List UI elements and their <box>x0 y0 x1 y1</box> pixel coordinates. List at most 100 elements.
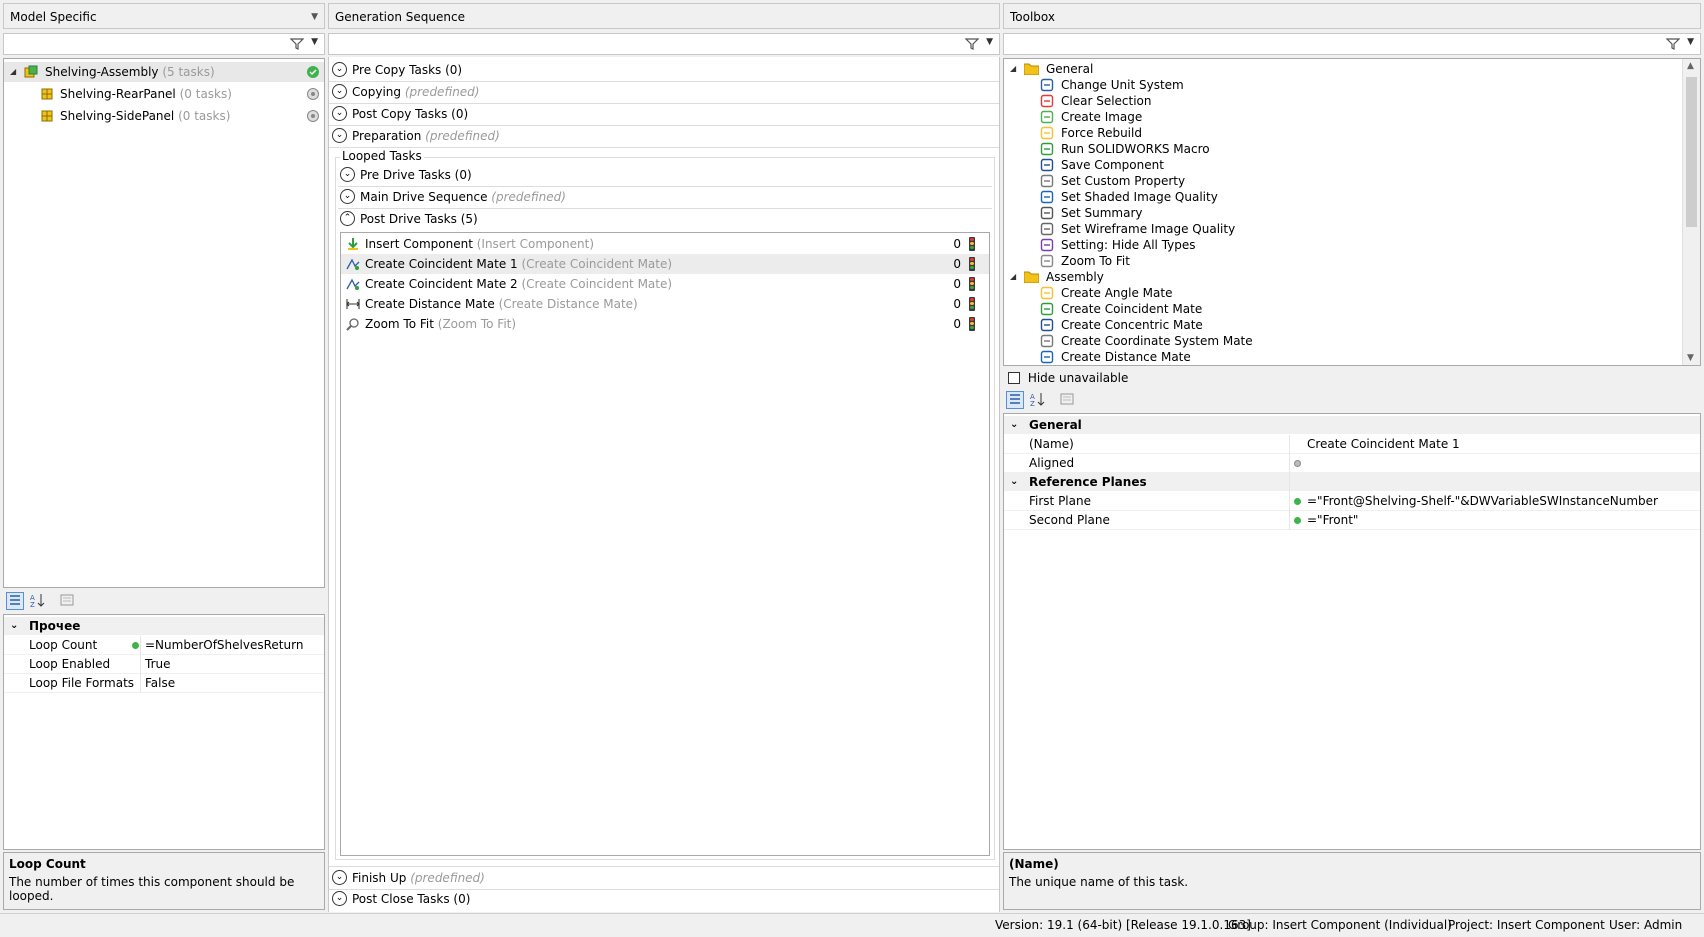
categorized-view-button[interactable] <box>1006 391 1024 409</box>
prop-row-loop-file-formats[interactable]: Loop File Formats False <box>4 674 324 693</box>
prop-row-loop-count[interactable]: Loop Count =NumberOfShelvesReturn <box>4 636 324 655</box>
section-label: Preparation <box>352 129 422 143</box>
left-filter-bar[interactable]: ▼ <box>3 33 325 55</box>
filter-icon[interactable] <box>290 37 304 51</box>
section-main-drive[interactable]: ⌄ Main Drive Sequence (predefined) <box>338 186 992 209</box>
filter-icon[interactable] <box>1666 37 1680 51</box>
prop-value[interactable]: False <box>145 674 175 692</box>
filter-dropdown-icon[interactable]: ▼ <box>1687 37 1694 47</box>
collapse-arrow-icon[interactable]: ◢ <box>1010 61 1016 77</box>
scrollbar-thumb[interactable] <box>1686 77 1697 227</box>
tree-item-rearpanel[interactable]: Shelving-RearPanel (0 tasks) <box>4 84 324 104</box>
toolbox-item[interactable]: Set Shaded Image Quality <box>1004 189 1682 205</box>
collapse-circle-icon[interactable]: ⌃ <box>340 211 355 226</box>
toolbox-item[interactable]: Change Unit System <box>1004 77 1682 93</box>
section-post-copy[interactable]: ⌄ Post Copy Tasks (0) <box>329 103 999 126</box>
expand-circle-icon[interactable]: ⌄ <box>340 167 355 182</box>
expand-circle-icon[interactable]: ⌄ <box>332 106 347 121</box>
task-icon <box>1040 286 1054 300</box>
toolbox-group[interactable]: ◢ Assembly <box>1004 269 1682 285</box>
mid-filter-bar[interactable]: ▼ <box>328 33 1000 55</box>
toolbox-item[interactable]: Create Coincident Mate <box>1004 301 1682 317</box>
prop-row-second-plane[interactable]: Second Plane ="Front" <box>1004 511 1700 530</box>
filter-dropdown-icon[interactable]: ▼ <box>986 37 993 47</box>
toolbox-item[interactable]: Set Summary <box>1004 205 1682 221</box>
scrollbar[interactable]: ▲ ▼ <box>1682 59 1700 365</box>
task-count: 0 <box>953 317 961 331</box>
prop-row-loop-enabled[interactable]: Loop Enabled True <box>4 655 324 674</box>
right-filter-bar[interactable]: ▼ <box>1003 33 1701 55</box>
toolbox-item[interactable]: Run SOLIDWORKS Macro <box>1004 141 1682 157</box>
model-specific-dropdown[interactable]: Model Specific ▼ <box>3 3 325 29</box>
section-pre-copy[interactable]: ⌄ Pre Copy Tasks (0) <box>329 59 999 82</box>
toolbox-item-label: Create Concentric Mate <box>1061 318 1203 332</box>
section-finish-up[interactable]: ⌄ Finish Up (predefined) <box>329 866 999 890</box>
section-label: Copying <box>352 85 401 99</box>
checkbox[interactable] <box>1008 371 1020 384</box>
toolbox-item[interactable]: Set Custom Property <box>1004 173 1682 189</box>
toolbox-item[interactable]: Create Image <box>1004 109 1682 125</box>
task-row-selected[interactable]: Create Coincident Mate 1 (Create Coincid… <box>341 254 989 274</box>
task-row[interactable]: Zoom To Fit (Zoom To Fit) 0 <box>341 314 989 334</box>
toolbox-item[interactable]: Create Coordinate System Mate <box>1004 333 1682 349</box>
traffic-light-icon <box>969 317 975 331</box>
toolbox-item[interactable]: Setting: Hide All Types <box>1004 237 1682 253</box>
scroll-up-icon[interactable]: ▲ <box>1687 61 1694 71</box>
left-property-grid: ⌄ Прочее Loop Count =NumberOfShelvesRetu… <box>3 614 325 850</box>
section-copying[interactable]: ⌄ Copying (predefined) <box>329 81 999 104</box>
toolbox-item[interactable]: Save Component <box>1004 157 1682 173</box>
prop-row-aligned[interactable]: Aligned <box>1004 454 1700 473</box>
toolbox-item[interactable]: Create Concentric Mate <box>1004 317 1682 333</box>
toolbox-item[interactable]: Create Angle Mate <box>1004 285 1682 301</box>
category-label: General <box>1029 418 1082 432</box>
expand-circle-icon[interactable]: ⌄ <box>332 62 347 77</box>
filter-dropdown-icon[interactable]: ▼ <box>311 37 318 47</box>
tree-item-sidepanel[interactable]: Shelving-SidePanel (0 tasks) <box>4 106 324 126</box>
task-row[interactable]: Create Distance Mate (Create Distance Ma… <box>341 294 989 314</box>
category-label: Прочее <box>29 619 81 633</box>
toolbox-item[interactable]: Clear Selection <box>1004 93 1682 109</box>
expand-circle-icon[interactable]: ⌄ <box>332 891 347 906</box>
task-icon <box>1040 174 1054 188</box>
prop-value[interactable]: True <box>145 655 171 673</box>
description-text: The number of times this component shoul… <box>9 875 295 903</box>
task-row[interactable]: Insert Component (Insert Component) 0 <box>341 234 989 254</box>
prop-value[interactable]: =NumberOfShelvesReturn <box>145 636 303 654</box>
property-pages-button[interactable] <box>1059 391 1077 409</box>
prop-category-general[interactable]: ⌄ General <box>1004 416 1700 434</box>
hide-unavailable-option[interactable]: Hide unavailable <box>1008 369 1128 385</box>
prop-row-first-plane[interactable]: First Plane ="Front@Shelving-Shelf-"&DWV… <box>1004 492 1700 511</box>
prop-value[interactable]: Create Coincident Mate 1 <box>1307 435 1460 453</box>
prop-row-name[interactable]: (Name) Create Coincident Mate 1 <box>1004 435 1700 454</box>
property-pages-button[interactable] <box>59 592 77 610</box>
section-post-drive[interactable]: ⌃ Post Drive Tasks (5) <box>338 208 992 230</box>
task-row[interactable]: Create Coincident Mate 2 (Create Coincid… <box>341 274 989 294</box>
chevron-down-icon: ⌄ <box>1010 476 1019 487</box>
toolbox-group[interactable]: ◢ General <box>1004 61 1682 77</box>
expand-circle-icon[interactable]: ⌄ <box>332 870 347 885</box>
scroll-down-icon[interactable]: ▼ <box>1687 353 1694 363</box>
prop-value[interactable]: ="Front" <box>1307 511 1358 529</box>
prop-category[interactable]: ⌄ Прочее <box>4 617 324 635</box>
filter-icon[interactable] <box>965 37 979 51</box>
toolbox-item[interactable]: Create Distance Mate <box>1004 349 1682 365</box>
prop-name: Aligned <box>1029 456 1075 470</box>
toolbox-item[interactable]: Force Rebuild <box>1004 125 1682 141</box>
toolbox-item[interactable]: Zoom To Fit <box>1004 253 1682 269</box>
expand-circle-icon[interactable]: ⌄ <box>332 84 347 99</box>
section-post-close[interactable]: ⌄ Post Close Tasks (0) <box>329 888 999 910</box>
collapse-arrow-icon[interactable]: ◢ <box>10 62 16 82</box>
prop-category-reference-planes[interactable]: ⌄ Reference Planes <box>1004 473 1700 491</box>
prop-value[interactable]: ="Front@Shelving-Shelf-"&DWVariableSWIns… <box>1307 492 1658 510</box>
expand-circle-icon[interactable]: ⌄ <box>332 128 347 143</box>
toolbox-item[interactable]: Set Wireframe Image Quality <box>1004 221 1682 237</box>
prop-name: Loop Count <box>29 638 98 652</box>
categorized-view-button[interactable] <box>6 592 24 610</box>
sort-alphabetical-button[interactable]: AZ <box>29 592 47 610</box>
section-preparation[interactable]: ⌄ Preparation (predefined) <box>329 125 999 148</box>
collapse-arrow-icon[interactable]: ◢ <box>1010 269 1016 285</box>
sort-alphabetical-button[interactable]: AZ <box>1029 391 1047 409</box>
tree-item-assembly[interactable]: ◢ Shelving-Assembly (5 tasks) <box>4 62 324 82</box>
section-pre-drive[interactable]: ⌄ Pre Drive Tasks (0) <box>338 164 992 187</box>
expand-circle-icon[interactable]: ⌄ <box>340 189 355 204</box>
